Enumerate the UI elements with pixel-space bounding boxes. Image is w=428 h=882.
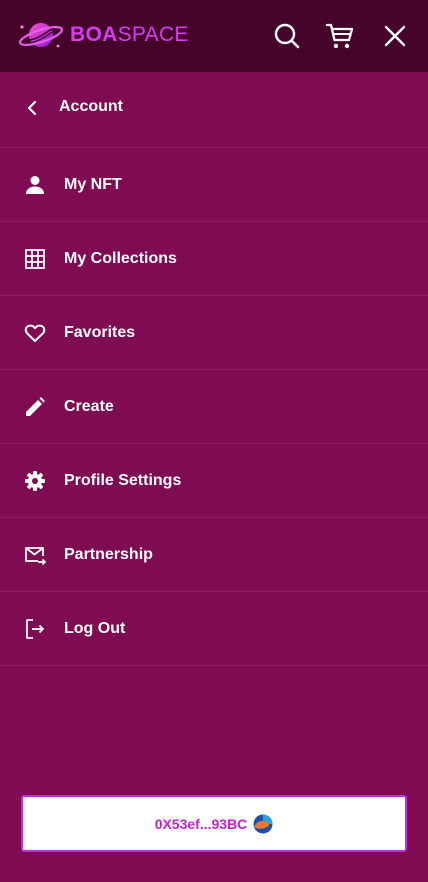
menu-item-label: Create xyxy=(64,398,114,415)
menu-item-label: My Collections xyxy=(64,250,177,267)
planet-icon xyxy=(18,23,64,48)
cart-button[interactable] xyxy=(324,20,356,52)
menu-item-label: Log Out xyxy=(64,620,126,637)
logout-icon xyxy=(26,619,44,639)
menu-item-partnership[interactable]: Partnership xyxy=(0,518,428,592)
mail-forward-icon xyxy=(25,547,46,566)
close-icon xyxy=(384,25,406,47)
person-icon xyxy=(26,176,44,194)
grid-icon xyxy=(25,249,45,269)
menu-item-my-nft[interactable]: My NFT xyxy=(0,148,428,222)
menu-item-label: Profile Settings xyxy=(64,472,182,489)
menu-item-my-collections[interactable]: My Collections xyxy=(0,222,428,296)
menu-item-profile-settings[interactable]: Profile Settings xyxy=(0,444,428,518)
chevron-left-icon xyxy=(27,100,37,116)
search-button[interactable] xyxy=(271,20,303,52)
cart-icon xyxy=(325,23,354,49)
top-bar: BOASPACE xyxy=(0,0,428,72)
brand-name: BOASPACE xyxy=(70,23,189,46)
wallet-address: 0X53ef...93BC xyxy=(154,815,248,832)
brand-logo[interactable]: BOASPACE xyxy=(16,18,189,52)
menu-item-label: My NFT xyxy=(64,176,122,193)
account-back-row[interactable]: Account xyxy=(0,72,428,148)
search-icon xyxy=(274,23,300,49)
menu-item-label: Favorites xyxy=(64,324,136,341)
pencil-icon xyxy=(26,397,45,416)
account-title: Account xyxy=(59,98,123,115)
menu-item-create[interactable]: Create xyxy=(0,370,428,444)
menu-item-log-out[interactable]: Log Out xyxy=(0,592,428,666)
menu-item-label: Partnership xyxy=(64,546,153,563)
account-menu: My NFT My Collections Favorites Create P… xyxy=(0,148,428,666)
menu-item-favorites[interactable]: Favorites xyxy=(0,296,428,370)
gear-icon xyxy=(25,471,45,491)
close-menu-button[interactable] xyxy=(379,20,411,52)
coin-icon xyxy=(253,814,273,833)
heart-icon xyxy=(24,324,46,342)
wallet-address-button[interactable]: 0X53ef...93BC xyxy=(21,795,407,852)
